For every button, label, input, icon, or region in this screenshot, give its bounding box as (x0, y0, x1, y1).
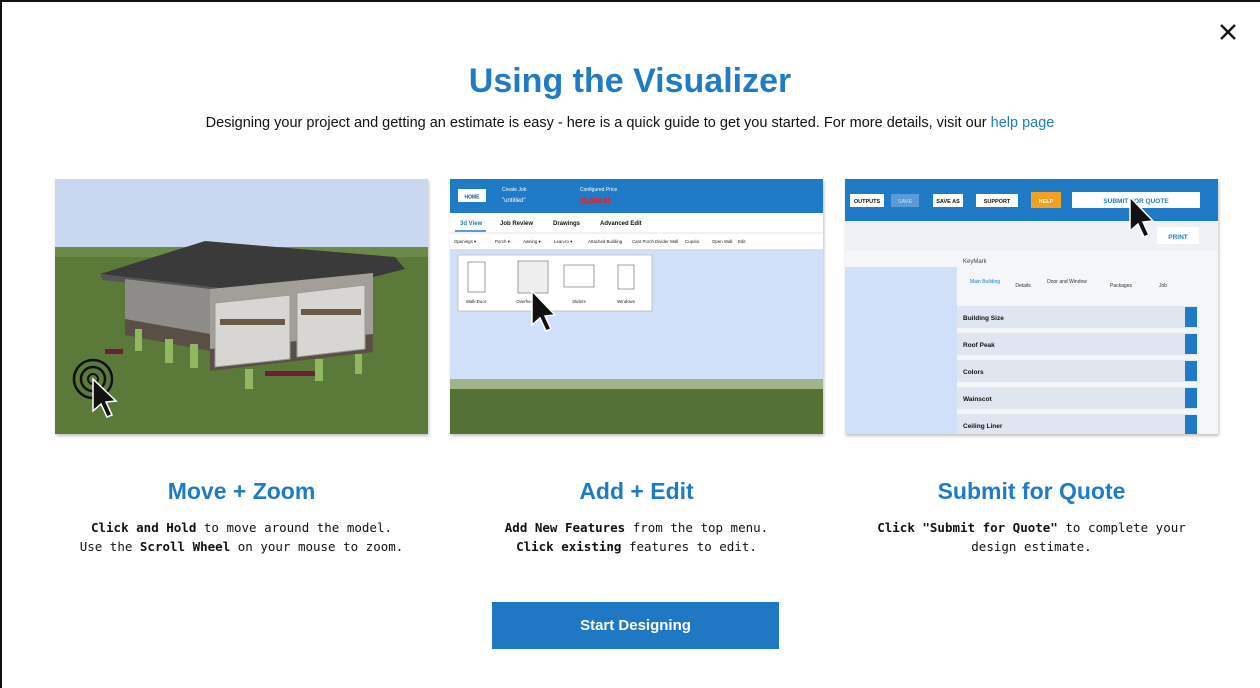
step-desc-submit-quote: Click "Submit for Quote" to complete you… (845, 518, 1218, 556)
configured-price-label: Configured Price (580, 187, 617, 193)
help-page-link[interactable]: help page (991, 115, 1055, 131)
option-sliders: Sliders (572, 299, 586, 304)
brand-text: KeyMark (963, 259, 988, 265)
tab-main-building: Main Building (970, 279, 1000, 285)
menu-open-wall: Open Wall (712, 239, 732, 244)
save-as-btn-text: SAVE AS (936, 199, 960, 205)
step-desc-move-zoom: Click and Hold to move around the model.… (55, 518, 428, 556)
desc-bold: Add New Features (504, 520, 626, 535)
tab-drawings: Drawings (553, 221, 581, 227)
step-heading-add-edit: Add + Edit (579, 478, 694, 504)
print-btn-text: PRINT (1168, 234, 1188, 241)
tab-details: Details (1015, 283, 1031, 289)
save-btn-text: SAVE (898, 199, 913, 205)
building-scene (55, 179, 428, 434)
modal-title: Using the Visualizer (468, 62, 792, 100)
subtitle-text: Designing your project and getting an es… (205, 115, 991, 131)
menu-attached-building: Attached Building (588, 239, 623, 244)
menu-awning: Awning ▾ (523, 239, 541, 244)
row-colors: Colors (963, 369, 984, 376)
menu-edit: Edit (738, 239, 746, 244)
tab-door-window: Door and Window (1047, 279, 1087, 285)
tab-advanced-edit: Advanced Edit (600, 221, 642, 227)
tab-job: Job (1159, 283, 1167, 289)
modal-subtitle: Designing your project and getting an es… (0, 115, 1260, 131)
menu-cupola: Cupola (685, 239, 699, 244)
desc-text: from the top menu. (625, 520, 769, 535)
row-wainscot: Wainscot (963, 396, 992, 403)
outputs-btn-text: OUTPUTS (854, 199, 881, 205)
tab-3d-view: 3d View (460, 221, 483, 227)
option-windows: Windows (617, 299, 636, 304)
desc-bold: Click "Submit for Quote" (877, 520, 1058, 535)
close-icon[interactable] (1218, 22, 1238, 42)
submit-toolbar-screenshot: OUTPUTS SAVE SAVE AS SUPPORT HELP SUBMIT… (845, 179, 1218, 434)
desc-text: features to edit. (621, 539, 757, 554)
tab-job-review: Job Review (500, 221, 533, 227)
desc-text: on your mouse to zoom. (230, 539, 404, 554)
desc-text: to complete your (1057, 520, 1186, 535)
step-heading-submit-quote: Submit for Quote (937, 478, 1126, 504)
desc-text: design estimate. (971, 539, 1092, 554)
submit-quote-image: OUTPUTS SAVE SAVE AS SUPPORT HELP SUBMIT… (845, 179, 1218, 434)
desc-bold: Click existing (516, 539, 622, 554)
support-btn-text: SUPPORT (984, 199, 1011, 205)
menu-cant-porch: Cant Porch (632, 239, 655, 244)
desc-bold: Click and Hold (90, 520, 197, 535)
desc-bold: Scroll Wheel (139, 539, 231, 554)
menu-openings: Openings ▾ (454, 239, 476, 244)
step-heading-move-zoom: Move + Zoom (167, 478, 316, 504)
row-roof-peak: Roof Peak (963, 342, 995, 349)
row-ceiling-liner: Ceiling Liner (963, 423, 1003, 430)
desc-text: to move around the model. (196, 520, 393, 535)
option-walk-door: Walk Door (466, 299, 487, 304)
menu-divider-wall: Divider Wall (655, 239, 678, 244)
tab-packages: Packages (1110, 283, 1132, 289)
visualizer-toolbar-screenshot: HOME Create Job "untitled" Configured Pr… (450, 179, 823, 434)
job-name-text: "untitled" (502, 198, 526, 204)
help-btn-text: HELP (1039, 199, 1054, 205)
home-btn-text: HOME (465, 195, 481, 201)
price-text: $0,000.00 (580, 198, 611, 205)
menu-lean-to: Lean-to ▾ (554, 239, 572, 244)
create-job-text: Create Job (502, 187, 527, 193)
add-edit-image: HOME Create Job "untitled" Configured Pr… (450, 179, 823, 434)
row-building-size: Building Size (963, 315, 1004, 322)
menu-porch: Porch ▾ (495, 239, 510, 244)
move-zoom-image (55, 179, 428, 434)
desc-text: Use the (79, 539, 140, 554)
start-designing-button[interactable]: Start Designing (492, 602, 779, 649)
step-desc-add-edit: Add New Features from the top menu. Clic… (450, 518, 823, 556)
